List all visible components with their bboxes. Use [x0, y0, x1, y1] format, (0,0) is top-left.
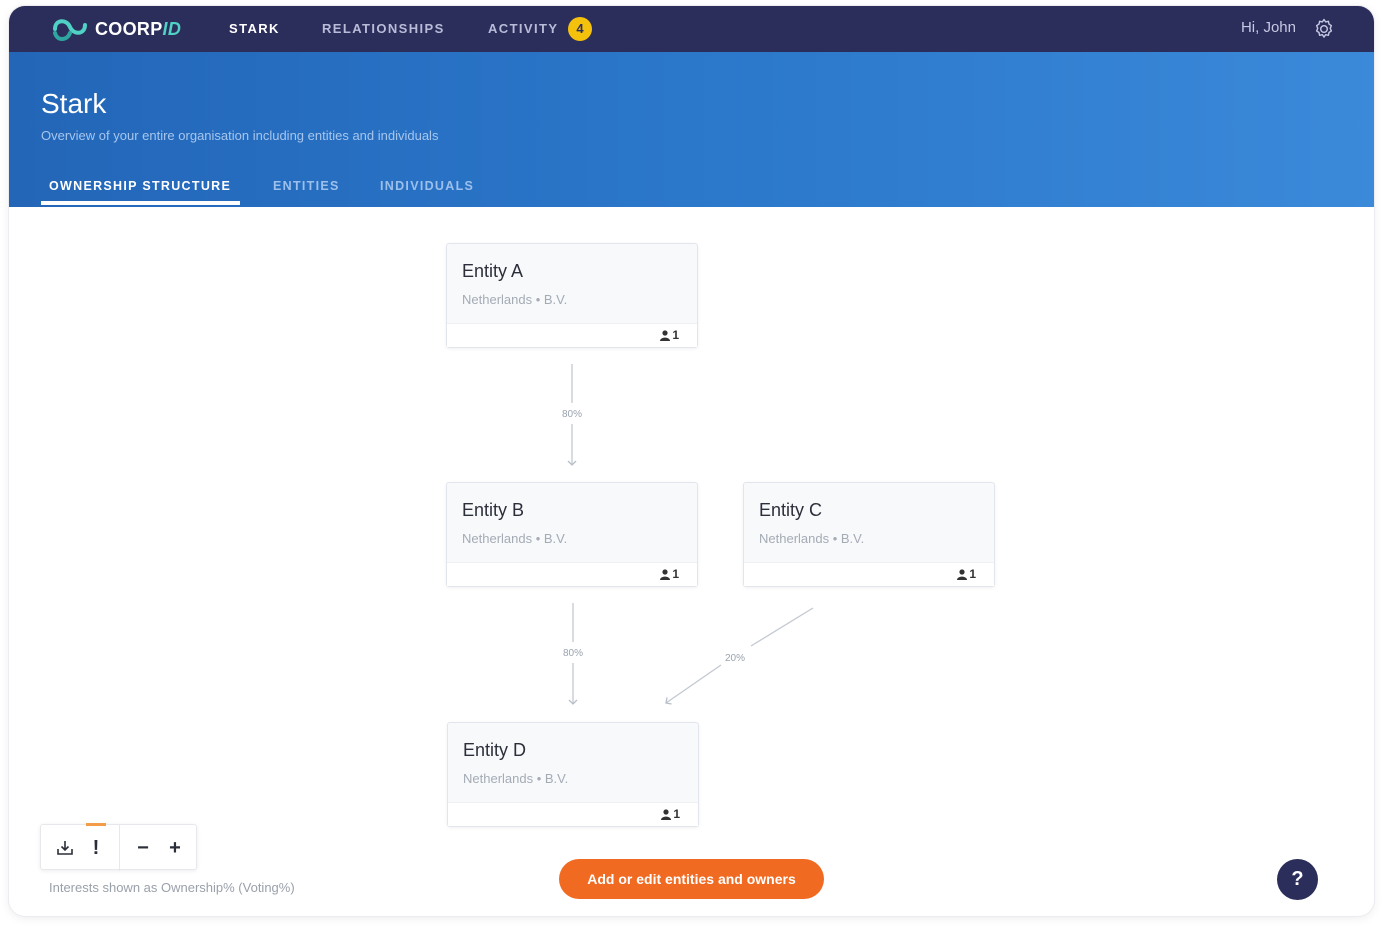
entity-owner-count: 1: [661, 807, 680, 821]
entity-meta: Netherlands • B.V.: [462, 531, 568, 546]
tab-ownership-structure[interactable]: OWNERSHIP STRUCTURE: [49, 179, 231, 193]
active-tab-indicator: [41, 201, 240, 205]
diagram-controls: ! − +: [40, 823, 197, 871]
entity-owner-count: 1: [660, 328, 679, 342]
logo-icon: [53, 19, 87, 41]
zoom-in-button[interactable]: +: [157, 825, 193, 871]
entity-name: Entity A: [462, 261, 524, 281]
nav-item-relationships[interactable]: RELATIONSHIPS: [322, 21, 445, 36]
person-icon: [660, 329, 671, 341]
add-edit-entities-button[interactable]: Add or edit entities and owners: [559, 859, 824, 899]
entity-meta: Netherlands • B.V.: [463, 771, 569, 786]
entity-meta: Netherlands • B.V.: [462, 292, 568, 307]
entity-card-c[interactable]: Entity C Netherlands • B.V. 1: [743, 482, 995, 587]
entity-owner-count: 1: [957, 567, 976, 581]
person-icon: [661, 808, 672, 820]
top-nav: COORPID STARK RELATIONSHIPS ACTIVITY 4 H…: [9, 6, 1374, 52]
link-c-to-d: 20%: [665, 607, 814, 705]
tab-individuals[interactable]: INDIVIDUALS: [380, 179, 474, 193]
person-icon: [957, 568, 968, 580]
entity-card-d[interactable]: Entity D Netherlands • B.V. 1: [447, 722, 699, 827]
entity-meta: Netherlands • B.V.: [759, 531, 865, 546]
zoom-out-button[interactable]: −: [125, 825, 161, 871]
interests-legend-note: Interests shown as Ownership% (Voting%): [49, 880, 295, 895]
page-header: Stark Overview of your entire organisati…: [9, 52, 1374, 207]
entity-name: Entity D: [463, 740, 527, 760]
alerts-button[interactable]: !: [78, 825, 114, 871]
link-label-a-b: 80%: [562, 409, 582, 420]
link-a-to-b: 80%: [562, 364, 582, 466]
person-icon: [660, 568, 671, 580]
tab-entities[interactable]: ENTITIES: [273, 179, 340, 193]
download-icon: [57, 841, 73, 855]
link-label-c-d: 20%: [725, 653, 745, 664]
app-window: COORPID STARK RELATIONSHIPS ACTIVITY 4 H…: [9, 6, 1374, 916]
nav-item-stark[interactable]: STARK: [229, 21, 280, 36]
link-label-b-d: 80%: [563, 648, 583, 659]
entity-name: Entity C: [759, 500, 823, 520]
logo-text: COORPID: [95, 18, 182, 39]
settings-gear-icon[interactable]: [1312, 17, 1336, 41]
page-subtitle: Overview of your entire organisation inc…: [41, 128, 439, 143]
entity-name: Entity B: [462, 500, 525, 520]
entity-card-a[interactable]: Entity A Netherlands • B.V. 1: [446, 243, 698, 348]
entity-owner-count: 1: [660, 567, 679, 581]
controls-divider: [119, 825, 120, 871]
help-button[interactable]: ?: [1277, 859, 1318, 900]
user-greeting[interactable]: Hi, John: [1241, 19, 1296, 36]
nav-item-activity[interactable]: ACTIVITY: [488, 21, 558, 36]
entity-card-b[interactable]: Entity B Netherlands • B.V. 1: [446, 482, 698, 587]
link-b-to-d: 80%: [563, 603, 583, 705]
logo[interactable]: COORPID: [51, 15, 181, 43]
activity-count-badge: 4: [568, 17, 592, 41]
page-title: Stark: [41, 88, 107, 119]
